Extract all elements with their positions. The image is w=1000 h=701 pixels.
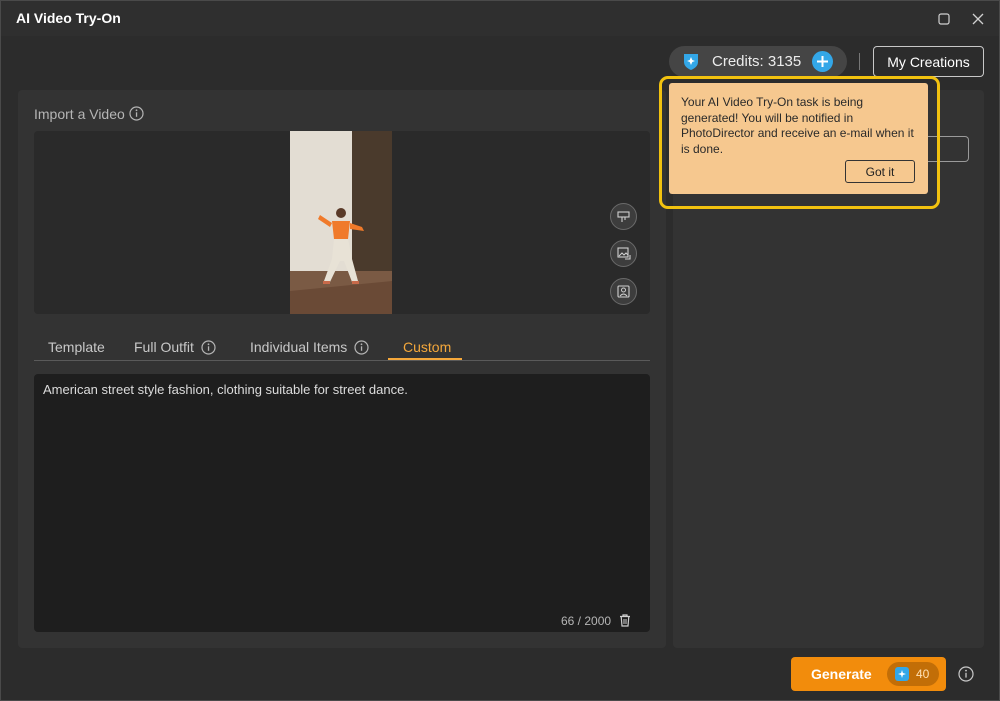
video-trim-icon[interactable] (610, 203, 637, 230)
generation-notice-tooltip: Your AI Video Try-On task is being gener… (669, 83, 928, 194)
app-window: AI Video Try-On Credits: 3135 My Creatio… (0, 0, 1000, 701)
tooltip-message: Your AI Video Try-On task is being gener… (681, 95, 914, 156)
trash-icon[interactable] (618, 613, 632, 627)
character-count: 66 / 2000 (561, 614, 612, 628)
tab-template[interactable]: Template (48, 339, 105, 355)
info-icon[interactable] (354, 340, 369, 355)
video-thumbnail (290, 131, 392, 314)
tab-custom[interactable]: Custom (403, 339, 451, 355)
info-icon[interactable] (129, 106, 144, 121)
gem-icon (681, 51, 701, 71)
generate-cost-value: 40 (916, 667, 930, 681)
credits-label: Credits: 3135 (712, 53, 802, 70)
add-credits-button[interactable] (812, 51, 833, 72)
close-icon[interactable] (968, 9, 988, 29)
left-panel: Import a Video Template Full Outfit Indi… (18, 90, 666, 648)
toolbar-divider (859, 53, 860, 70)
info-icon[interactable] (201, 340, 216, 355)
credits-pill: Credits: 3135 (669, 46, 847, 77)
tab-individual-items[interactable]: Individual Items (250, 339, 347, 355)
style-tabs: Template Full Outfit Individual Items Cu… (34, 335, 650, 361)
maximize-icon[interactable] (934, 9, 954, 29)
tab-full-outfit[interactable]: Full Outfit (134, 339, 194, 355)
info-icon[interactable] (958, 666, 974, 682)
got-it-button[interactable]: Got it (845, 160, 915, 183)
prompt-textarea[interactable]: American street style fashion, clothing … (34, 374, 650, 632)
generate-button[interactable]: Generate 40 (791, 657, 946, 691)
generate-label: Generate (811, 666, 872, 682)
gem-icon (895, 667, 909, 681)
my-creations-button[interactable]: My Creations (873, 46, 984, 77)
window-title: AI Video Try-On (16, 10, 121, 26)
import-video-label: Import a Video (34, 106, 125, 122)
generate-cost-badge: 40 (887, 662, 939, 686)
video-preview-area[interactable] (34, 131, 650, 314)
active-tab-indicator (388, 358, 462, 360)
title-bar: AI Video Try-On (1, 1, 999, 36)
person-frame-icon[interactable] (610, 278, 637, 305)
replace-image-icon[interactable] (610, 240, 637, 267)
prompt-text[interactable]: American street style fashion, clothing … (43, 382, 408, 397)
